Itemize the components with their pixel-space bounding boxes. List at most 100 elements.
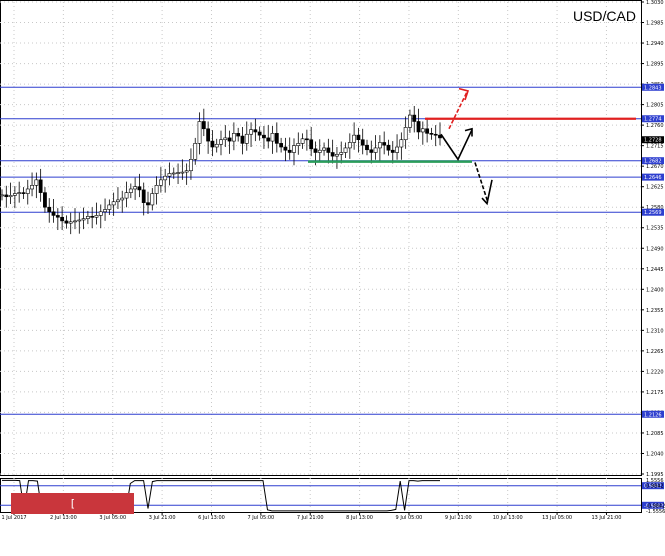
candle-body bbox=[193, 143, 198, 160]
candle-body bbox=[408, 114, 412, 128]
candle-body bbox=[176, 172, 180, 174]
candle-body bbox=[210, 140, 215, 148]
candle-body bbox=[60, 216, 65, 222]
y-tick-label: 1.2670 bbox=[646, 164, 664, 170]
candle-body bbox=[214, 143, 219, 148]
candle-body bbox=[77, 219, 82, 222]
x-tick-label: 7 Jul 21:00 bbox=[297, 515, 324, 521]
candle-body bbox=[167, 173, 172, 177]
y-tick-label: 1.2220 bbox=[646, 369, 664, 375]
candle-body bbox=[300, 138, 305, 144]
candle-body bbox=[339, 152, 344, 155]
candle-body bbox=[322, 147, 326, 151]
candle-body bbox=[365, 144, 369, 151]
candle-body bbox=[219, 139, 223, 145]
candle-body bbox=[223, 137, 228, 141]
candle-body bbox=[227, 137, 232, 142]
candle-body bbox=[262, 134, 266, 139]
candle-body bbox=[335, 154, 339, 157]
candle-body bbox=[73, 220, 77, 223]
candle-body bbox=[98, 211, 103, 216]
candle-body bbox=[55, 215, 60, 218]
candle-body bbox=[90, 216, 95, 218]
candle-body bbox=[326, 147, 331, 153]
candle-body bbox=[386, 144, 391, 151]
candle-body bbox=[274, 133, 279, 144]
candle-body bbox=[373, 147, 378, 153]
y-tick-label: 1.2265 bbox=[646, 349, 664, 355]
price-pane-frame bbox=[0, 0, 642, 476]
candle-body bbox=[347, 142, 352, 149]
candle-body bbox=[51, 211, 56, 216]
current-price-label: 1.2728 bbox=[644, 138, 662, 144]
candle-body bbox=[236, 133, 241, 137]
candle-body bbox=[128, 188, 133, 193]
candle-body bbox=[21, 192, 26, 194]
candle-body bbox=[270, 133, 275, 142]
candle-body bbox=[266, 137, 271, 142]
candle-body bbox=[369, 149, 374, 153]
candle-body bbox=[94, 215, 99, 218]
y-tick-label: 1.2040 bbox=[646, 451, 664, 457]
usdcad-chart: 1.30301.29851.29401.28951.28501.28051.27… bbox=[0, 0, 665, 521]
candle-body bbox=[279, 143, 284, 148]
x-tick-label: 8 Jul 13:00 bbox=[346, 515, 373, 521]
candle-body bbox=[8, 195, 13, 198]
candle-body bbox=[4, 194, 9, 198]
x-tick-label: 13 Jul 05:00 bbox=[542, 515, 572, 521]
candle-body bbox=[330, 152, 335, 157]
y-tick-label: 1.2805 bbox=[646, 103, 664, 109]
level-5-label: 1.2569 bbox=[644, 210, 662, 216]
candle-body bbox=[111, 201, 116, 206]
candle-body bbox=[403, 127, 408, 141]
candle-body bbox=[38, 179, 43, 193]
candle-body bbox=[356, 134, 361, 141]
y-tick-label: 1.2445 bbox=[646, 267, 664, 273]
candle-body bbox=[433, 133, 438, 136]
candle-body bbox=[399, 139, 404, 148]
candle-body bbox=[240, 135, 245, 144]
level-6-label: 1.2126 bbox=[644, 412, 662, 418]
level-4-label: 1.2646 bbox=[644, 175, 662, 181]
candle-body bbox=[395, 146, 399, 153]
x-tick-label: 9 Jul 21:00 bbox=[445, 515, 472, 521]
candle-body bbox=[292, 145, 296, 153]
candle-body bbox=[43, 192, 47, 208]
candle-body bbox=[244, 133, 249, 144]
candle-body bbox=[249, 129, 253, 135]
candle-body bbox=[425, 128, 430, 134]
candle-body bbox=[47, 206, 52, 213]
candle-body bbox=[124, 192, 129, 199]
candle-body bbox=[352, 134, 357, 143]
x-tick-label: 9 Jul 05:00 bbox=[396, 515, 423, 521]
candle-body bbox=[68, 221, 73, 224]
candle-body bbox=[163, 175, 168, 181]
x-tick-label: 10 Jul 13:00 bbox=[493, 515, 523, 521]
y-tick-label: 1.2400 bbox=[646, 287, 664, 293]
osc-y-tick-label: -1.5556 bbox=[646, 509, 665, 515]
y-tick-label: 1.2625 bbox=[646, 185, 664, 191]
candle-body bbox=[309, 139, 314, 150]
candle-body bbox=[171, 172, 176, 175]
level-3-label: 1.2682 bbox=[644, 159, 662, 165]
candle-body bbox=[412, 114, 417, 122]
x-tick-label: 3 Jul 21:00 bbox=[149, 515, 176, 521]
candle-body bbox=[81, 218, 86, 221]
candle-body bbox=[116, 199, 120, 203]
watermark-badge[interactable]: [ www.instaforex.com ] bbox=[11, 493, 134, 552]
candle-body bbox=[30, 185, 34, 190]
candle-body bbox=[0, 194, 4, 197]
candle-body bbox=[141, 189, 146, 203]
candle-body bbox=[197, 121, 202, 144]
candle-body bbox=[189, 159, 193, 172]
candle-body bbox=[377, 142, 382, 149]
candle-body bbox=[201, 121, 206, 130]
candle-body bbox=[283, 146, 288, 151]
candle-body bbox=[12, 193, 17, 196]
candle-body bbox=[17, 192, 22, 194]
candle-body bbox=[296, 143, 301, 146]
candle-body bbox=[133, 186, 138, 190]
candle-body bbox=[34, 179, 39, 186]
y-tick-label: 1.2535 bbox=[646, 226, 664, 232]
y-tick-label: 1.3030 bbox=[646, 0, 664, 6]
